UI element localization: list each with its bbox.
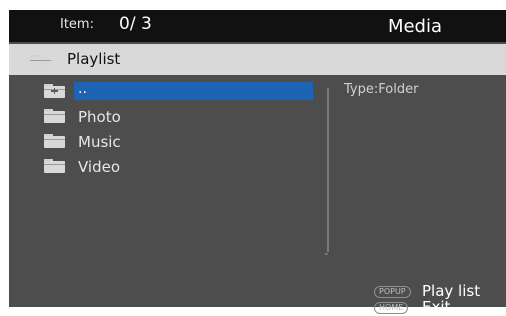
header-bar: Item: 0/ 3 Media xyxy=(9,10,506,42)
current-path-label: Playlist xyxy=(67,50,121,68)
home-hint-label: Exit xyxy=(422,298,451,316)
selection-highlight xyxy=(74,82,313,100)
screen-title: Media xyxy=(387,16,442,37)
list-item-label: Video xyxy=(78,158,121,176)
popup-key-icon: POPUP xyxy=(374,286,411,298)
list-item-video[interactable]: Video xyxy=(43,156,315,181)
list-item-photo[interactable]: Photo xyxy=(43,106,315,131)
list-scrollbar[interactable] xyxy=(327,88,329,252)
list-item-parent[interactable]: .. xyxy=(43,81,315,106)
list-item-label: .. xyxy=(78,81,87,97)
list-item-music[interactable]: Music xyxy=(43,131,315,156)
home-key-icon: HOME xyxy=(374,302,409,314)
list-item-label: Music xyxy=(78,133,121,151)
folder-icon xyxy=(30,55,51,69)
folder-icon xyxy=(44,159,65,173)
media-screen: Item: 0/ 3 Media Playlist .. Photo Music… xyxy=(9,10,506,316)
file-list: .. Photo Music Video xyxy=(43,81,315,181)
item-type-info: Type:Folder xyxy=(344,82,419,97)
parent-folder-icon xyxy=(44,84,65,98)
item-count: 0/ 3 xyxy=(119,14,152,34)
scroll-down-icon: ⌄ xyxy=(323,248,330,257)
current-path-bar: Playlist xyxy=(9,44,506,75)
item-label: Item: xyxy=(60,17,94,32)
folder-icon xyxy=(44,134,65,148)
folder-icon xyxy=(44,109,65,123)
list-item-label: Photo xyxy=(78,108,121,126)
